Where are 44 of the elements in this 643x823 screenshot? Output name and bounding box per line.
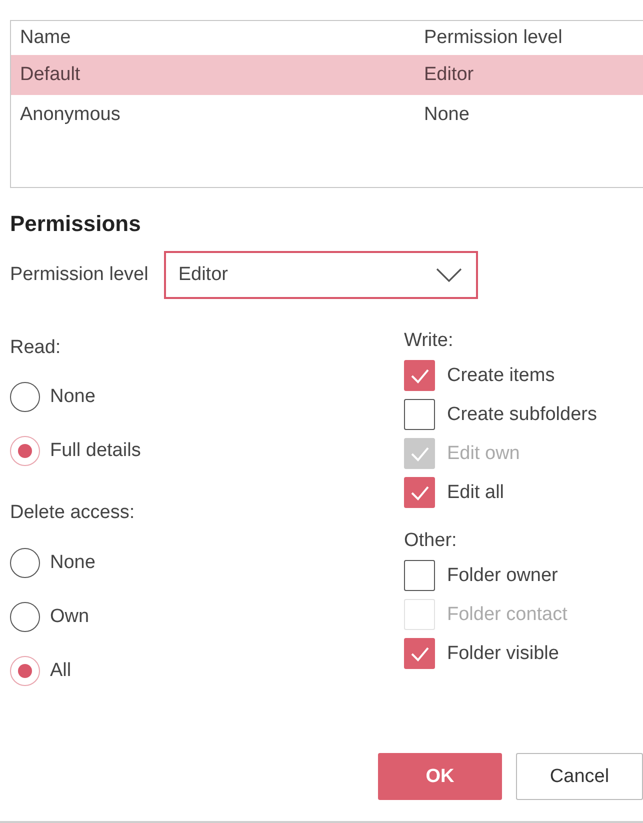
checkmark-icon <box>410 368 430 384</box>
radio-button[interactable] <box>10 548 40 578</box>
section-title: Permissions <box>10 210 142 238</box>
radio-label: None <box>50 386 96 408</box>
table-cell-text: Anonymous <box>19 104 122 126</box>
group-label: Other: <box>404 530 457 552</box>
radio-button[interactable] <box>10 436 40 466</box>
group-label: Read: <box>10 337 61 359</box>
checkbox-label: Edit all <box>447 482 504 504</box>
radio-button[interactable] <box>10 656 40 686</box>
checkbox[interactable] <box>404 399 435 430</box>
group-label: Delete access: <box>10 502 135 524</box>
checkbox[interactable] <box>404 360 435 391</box>
table-cell-text: Default <box>19 64 82 86</box>
checkbox-label: Create items <box>447 364 555 386</box>
checkbox-label: Edit own <box>447 442 520 464</box>
table-cell-text: Editor <box>423 64 474 86</box>
checkbox-label: Folder contact <box>447 604 568 626</box>
checkbox[interactable] <box>404 560 435 591</box>
permission-level-dropdown[interactable]: Editor <box>164 251 478 299</box>
checkbox[interactable] <box>404 477 435 508</box>
checkbox-label: Create subfolders <box>447 404 597 426</box>
column-header: Name <box>19 27 72 49</box>
radio-button[interactable] <box>10 382 40 412</box>
field-label: Permission level <box>10 264 148 286</box>
group-label: Write: <box>404 330 454 352</box>
checkmark-icon <box>410 646 430 662</box>
table-row[interactable]: Anonymous None <box>11 95 643 135</box>
cancel-button[interactable]: Cancel <box>516 753 643 800</box>
radio-button[interactable] <box>10 602 40 632</box>
column-header: Permission level <box>423 27 562 49</box>
chevron-down-icon <box>436 268 462 282</box>
ok-button[interactable]: OK <box>378 753 502 800</box>
checkmark-icon <box>410 484 430 500</box>
table-cell-text: None <box>423 104 470 126</box>
checkbox-label: Folder visible <box>447 642 559 664</box>
radio-label: None <box>50 552 96 574</box>
radio-label: Own <box>50 606 90 628</box>
radio-label: Full details <box>50 440 141 462</box>
table-row[interactable]: Default Editor <box>11 55 643 95</box>
checkmark-icon <box>410 446 430 462</box>
checkbox[interactable] <box>404 638 435 669</box>
radio-label: All <box>50 660 72 682</box>
checkbox-label: Folder owner <box>447 564 558 586</box>
